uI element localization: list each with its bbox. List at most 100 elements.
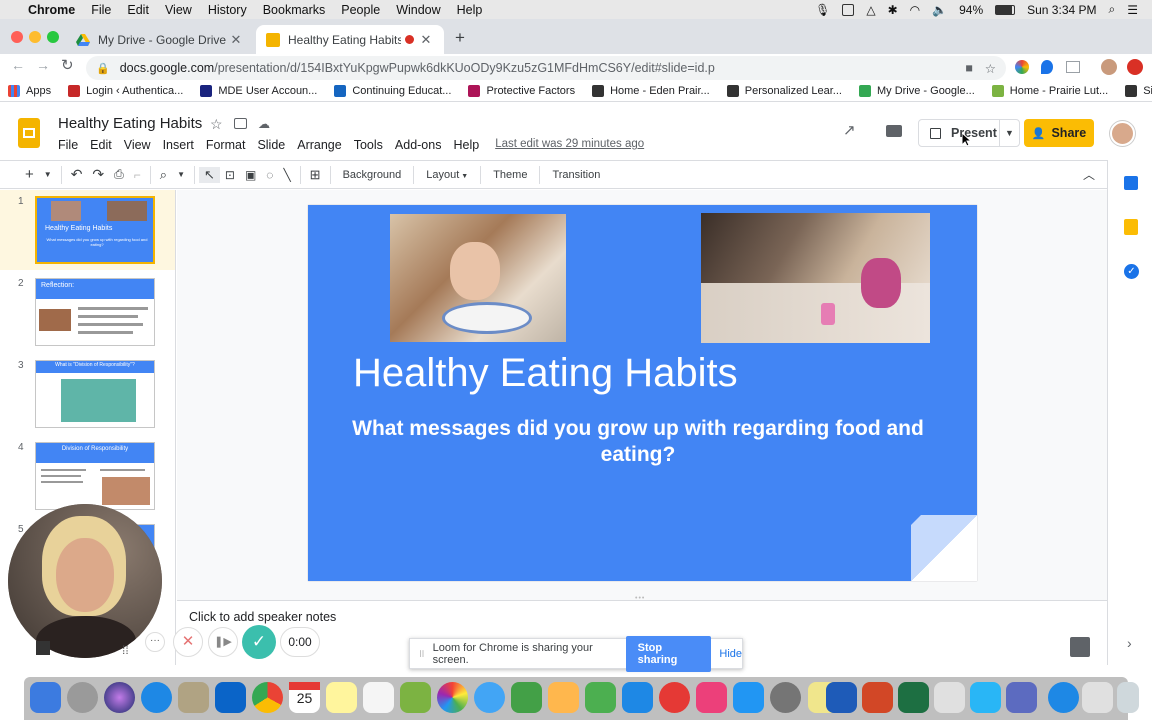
microphone-icon[interactable]: 🎙 [815,3,830,17]
view-grid-icon[interactable] [36,641,50,655]
docs-menu-file[interactable]: File [58,138,78,152]
explore-icon[interactable] [1070,637,1090,657]
word-icon[interactable] [826,682,857,713]
menu-file[interactable]: File [83,3,119,17]
slides-logo-icon[interactable] [18,118,40,148]
expand-side-panel-icon[interactable]: › [1127,635,1132,651]
slide-thumbnail[interactable]: Division of Responsibility [35,442,155,510]
docs-menu-tools[interactable]: Tools [354,138,383,152]
account-avatar[interactable] [1110,121,1135,146]
wifi-icon[interactable]: ◠ [910,3,920,17]
finder-icon[interactable] [30,682,61,713]
bookmark-item[interactable]: Login ‹ Authentica... [68,84,183,97]
network-icon[interactable] [1048,682,1079,713]
camera-icon[interactable]: ■ [965,61,973,75]
menu-edit[interactable]: Edit [119,3,157,17]
system-preferences-icon[interactable] [770,682,801,713]
drag-handle-icon[interactable]: ॥ [418,646,425,661]
maps-icon[interactable] [400,682,431,713]
close-window-button[interactable] [11,31,23,43]
docs-menu-help[interactable]: Help [453,138,479,152]
document-title[interactable]: Healthy Eating Habits [58,115,202,132]
music-icon[interactable] [696,682,727,713]
siri-icon[interactable] [104,682,135,713]
drive-sync-icon[interactable]: △ [866,3,875,17]
messages-icon[interactable] [474,682,505,713]
reminders-icon[interactable] [363,682,394,713]
docs-menu-format[interactable]: Format [206,138,246,152]
extension-icon[interactable] [1066,61,1080,73]
keep-icon[interactable] [1124,219,1138,235]
reload-icon[interactable]: ↻ [61,56,74,74]
battery-icon[interactable] [995,4,1016,15]
new-slide-icon[interactable]: + [20,166,39,183]
chrome-icon[interactable] [252,682,283,713]
battery-percent[interactable]: 94% [959,3,983,17]
loom-camera-bubble[interactable] [8,504,162,658]
tab-my-drive[interactable]: My Drive - Google Drive ✕ [66,25,254,54]
zoom-icon[interactable]: ⌕ [155,167,172,183]
docs-menu-view[interactable]: View [124,138,151,152]
zoom-dropdown-icon[interactable]: ▼ [172,170,190,179]
lock-icon[interactable]: 🔒 [96,62,110,75]
docs-menu-insert[interactable]: Insert [163,138,194,152]
loom-extension-icon[interactable] [1127,59,1143,75]
powerpoint-icon[interactable] [862,682,893,713]
slide-thumbnail[interactable]: Healthy Eating Habits What messages did … [35,196,155,264]
clock[interactable]: Sun 3:34 PM [1027,3,1096,17]
filmstrip-view-icon[interactable]: ⁞⁞ [122,643,129,657]
tasks-icon[interactable]: ✓ [1124,264,1139,279]
bluetooth-icon[interactable]: ✱ [888,3,898,17]
outlook-icon[interactable] [215,682,246,713]
bookmark-item[interactable]: MDE User Accoun... [200,84,317,97]
slide-thumbnail[interactable]: What is "Division of Responsibility"? [35,360,155,428]
activity-trend-icon[interactable]: ↗ [843,121,856,139]
new-slide-dropdown-icon[interactable]: ▼ [39,170,57,179]
status-icon[interactable] [842,3,855,16]
hide-button[interactable]: Hide [719,648,742,660]
profile-avatar[interactable] [1101,59,1117,75]
filmstrip-slide-2[interactable]: 2 Reflection: [0,272,175,352]
select-cursor-icon[interactable]: ↖ [198,166,220,183]
menu-people[interactable]: People [333,3,388,17]
extension-icon[interactable] [1041,60,1053,74]
undo-icon[interactable]: ↶ [66,166,88,183]
docs-menu-slide[interactable]: Slide [257,138,285,152]
menu-history[interactable]: History [200,3,255,17]
close-tab-icon[interactable]: ✕ [418,32,434,48]
menu-view[interactable]: View [157,3,200,17]
share-button[interactable]: 👤 Share [1024,119,1094,147]
forward-icon[interactable]: → [36,57,50,73]
folder-icon[interactable] [934,682,965,713]
menu-window[interactable]: Window [388,3,448,17]
transition-button[interactable]: Transition [544,169,608,181]
textedit-icon[interactable] [970,682,1001,713]
redo-icon[interactable]: ↷ [87,166,109,183]
excel-icon[interactable] [898,682,929,713]
child-eating-photo[interactable] [390,214,566,342]
menu-help[interactable]: Help [449,3,491,17]
calendar-app-icon[interactable]: 25 [289,682,320,713]
keynote-icon[interactable] [622,682,653,713]
loom-finish-icon[interactable]: ✓ [242,625,276,659]
calendar-icon[interactable] [1124,176,1138,190]
notification-center-icon[interactable]: ☰ [1127,3,1138,17]
background-button[interactable]: Background [335,169,410,181]
docs-menu-arrange[interactable]: Arrange [297,138,341,152]
bookmark-item[interactable]: Continuing Educat... [334,84,451,97]
bookmark-item[interactable]: Home - Prairie Lut... [991,84,1108,97]
blocked-app-icon[interactable] [659,682,690,713]
bookmark-item[interactable]: Sign in [1125,84,1152,97]
image-icon[interactable]: ▣ [240,168,261,182]
new-tab-icon[interactable]: + [455,28,465,48]
comment-add-icon[interactable]: ⊞ [305,167,326,183]
bookmark-item[interactable]: Protective Factors [468,84,575,97]
loom-more-icon[interactable]: ··· [145,632,165,652]
address-bar[interactable]: 🔒 docs.google.com/presentation/d/154IBxt… [86,56,1006,80]
slide-subtitle[interactable]: What messages did you grow up with regar… [348,416,928,468]
numbers-icon[interactable] [585,682,616,713]
launchpad-icon[interactable] [67,682,98,713]
menu-bookmarks[interactable]: Bookmarks [255,3,334,17]
docs-menu-addons[interactable]: Add-ons [395,138,442,152]
move-folder-icon[interactable] [234,118,247,129]
